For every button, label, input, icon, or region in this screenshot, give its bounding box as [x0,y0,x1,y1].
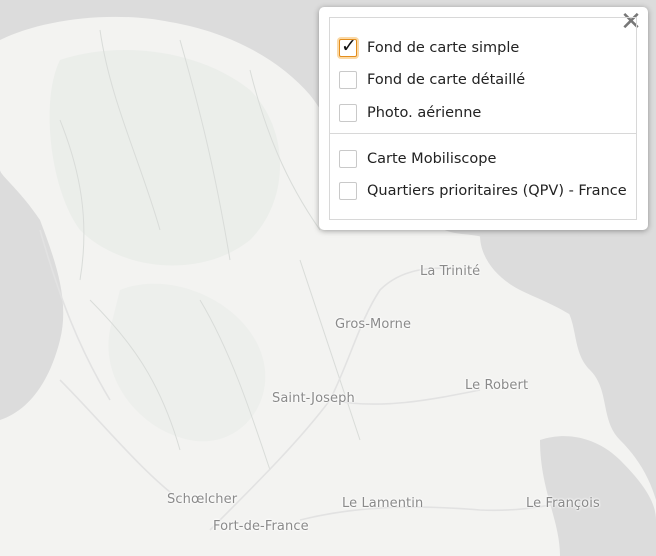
checkbox-mobiliscope[interactable] [339,150,357,168]
base-layer-label: Photo. aérienne [367,105,482,121]
base-layer-simple[interactable]: ✓ Fond de carte simple [339,35,520,60]
overlay-label: Carte Mobiliscope [367,151,497,167]
layers-separator [329,133,637,134]
layers-control-panel: ✕ ✓ Fond de carte simple Fond de carte d… [319,7,648,230]
base-layer-label: Fond de carte détaillé [367,72,526,88]
place-label-schoelcher: Schœlcher [167,492,238,507]
checkbox-detailed[interactable] [339,71,357,89]
overlay-mobiliscope[interactable]: Carte Mobiliscope [339,147,496,171]
place-label-le-robert: Le Robert [465,378,529,393]
place-label-le-francois: Le François [526,496,600,511]
place-label-gros-morne: Gros-Morne [335,317,412,332]
base-layer-label: Fond de carte simple [367,40,520,56]
checkbox-simple[interactable]: ✓ [339,35,357,57]
place-label-le-lamentin: Le Lamentin [342,496,424,511]
place-label-fort-de-france: Fort-de-France [213,519,309,534]
base-layer-aerial[interactable]: Photo. aérienne [339,101,481,125]
checkbox-aerial[interactable] [339,104,357,122]
place-label-saint-joseph: Saint-Joseph [272,391,355,406]
overlay-qpv[interactable]: Quartiers prioritaires (QPV) - France [339,179,627,203]
overlay-label: Quartiers prioritaires (QPV) - France [367,183,627,199]
check-mark-icon: ✓ [341,35,357,57]
base-layer-detailed[interactable]: Fond de carte détaillé [339,68,525,92]
place-label-la-trinite: La Trinité [420,264,481,279]
checkbox-qpv[interactable] [339,182,357,200]
